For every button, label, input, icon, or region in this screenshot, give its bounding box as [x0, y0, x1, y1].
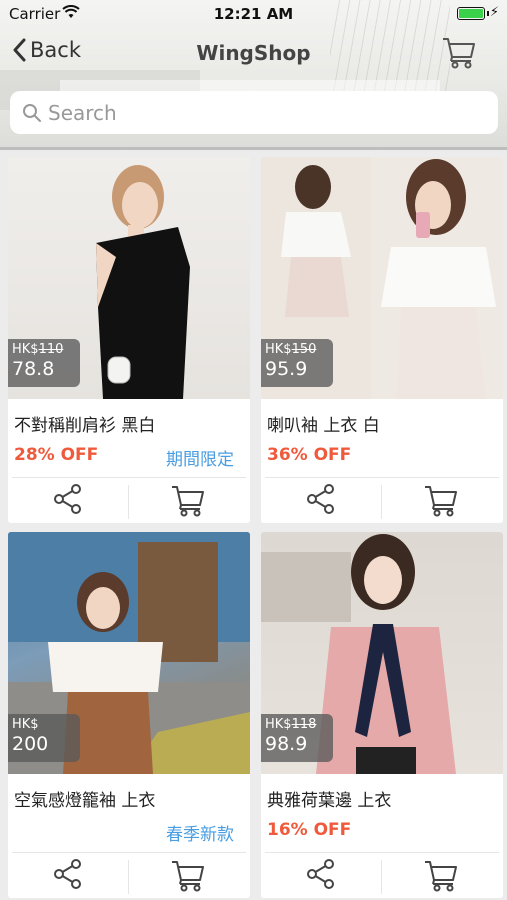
product-name[interactable]: 不對稱削肩衫 黑白: [14, 411, 155, 436]
share-icon: [307, 859, 334, 889]
cart-icon: [443, 38, 475, 69]
cart-button[interactable]: [441, 35, 477, 73]
card-divider: [12, 852, 246, 853]
nav-bar: Back WingShop: [0, 30, 507, 80]
price-tag: HK$110 78.8: [8, 339, 80, 387]
promo-tag: 期間限定: [166, 450, 234, 470]
product-name[interactable]: 典雅荷葉邊 上衣: [267, 786, 391, 811]
cart-icon: [425, 861, 457, 892]
share-button[interactable]: [52, 483, 84, 519]
product-card[interactable]: HK$110 78.8 不對稱削肩衫 黑白 28% OFF 期間限定: [8, 157, 250, 523]
product-image[interactable]: HK$110 78.8: [8, 157, 250, 399]
product-name[interactable]: 喇叭袖 上衣 白: [267, 411, 380, 436]
currency-label: HK$: [12, 342, 39, 357]
product-image[interactable]: HK$118 98.9: [261, 532, 503, 774]
product-name[interactable]: 空氣感燈籠袖 上衣: [14, 786, 155, 811]
price-tag: HK$118 98.9: [261, 714, 333, 762]
product-image[interactable]: HK$150 95.9: [261, 157, 503, 399]
add-to-cart-button[interactable]: [170, 858, 206, 896]
add-to-cart-button[interactable]: [423, 483, 459, 521]
price-tag: HK$ 200: [8, 714, 80, 762]
discount-label: 36% OFF: [267, 445, 352, 465]
share-button[interactable]: [305, 858, 337, 894]
discount-label: 28% OFF: [14, 445, 99, 465]
original-price: 150: [291, 342, 317, 357]
status-bar: Carrier 12:21 AM ⚡: [0, 0, 507, 28]
share-icon: [54, 484, 81, 514]
promo-tag: 春季新款: [166, 825, 234, 845]
header-divider: [0, 147, 507, 150]
action-divider: [128, 860, 129, 894]
action-divider: [381, 860, 382, 894]
sale-price: 78.8: [12, 358, 55, 380]
card-divider: [265, 477, 499, 478]
add-to-cart-button[interactable]: [423, 858, 459, 896]
action-divider: [128, 485, 129, 519]
charging-icon: ⚡: [489, 5, 499, 20]
share-icon: [307, 484, 334, 514]
search-input[interactable]: [48, 100, 468, 125]
battery-icon: [457, 7, 489, 20]
search-icon: [23, 103, 41, 122]
add-to-cart-button[interactable]: [170, 483, 206, 521]
search-bar[interactable]: [10, 91, 498, 134]
product-card[interactable]: HK$150 95.9 喇叭袖 上衣 白 36% OFF: [261, 157, 503, 523]
cart-icon: [425, 486, 457, 517]
product-card[interactable]: HK$ 200 空氣感燈籠袖 上衣 春季新款: [8, 532, 250, 898]
currency-label: HK$: [12, 717, 39, 732]
currency-label: HK$: [265, 342, 292, 357]
sale-price: 98.9: [265, 733, 308, 755]
share-icon: [54, 859, 81, 889]
header: Carrier 12:21 AM ⚡ Back WingShop: [0, 0, 507, 150]
action-divider: [381, 485, 382, 519]
cart-icon: [172, 486, 204, 517]
currency-label: HK$: [265, 717, 292, 732]
price-tag: HK$150 95.9: [261, 339, 333, 387]
card-divider: [12, 477, 246, 478]
original-price: 118: [291, 717, 317, 732]
share-button[interactable]: [305, 483, 337, 519]
sale-price: 200: [12, 733, 49, 755]
card-divider: [265, 852, 499, 853]
sale-price: 95.9: [265, 358, 308, 380]
share-button[interactable]: [52, 858, 84, 894]
page-title: WingShop: [196, 41, 311, 65]
product-image[interactable]: HK$ 200: [8, 532, 250, 774]
product-card[interactable]: HK$118 98.9 典雅荷葉邊 上衣 16% OFF: [261, 532, 503, 898]
original-price: 110: [38, 342, 64, 357]
discount-label: 16% OFF: [267, 820, 352, 840]
cart-icon: [172, 861, 204, 892]
clock: 12:21 AM: [213, 5, 294, 23]
